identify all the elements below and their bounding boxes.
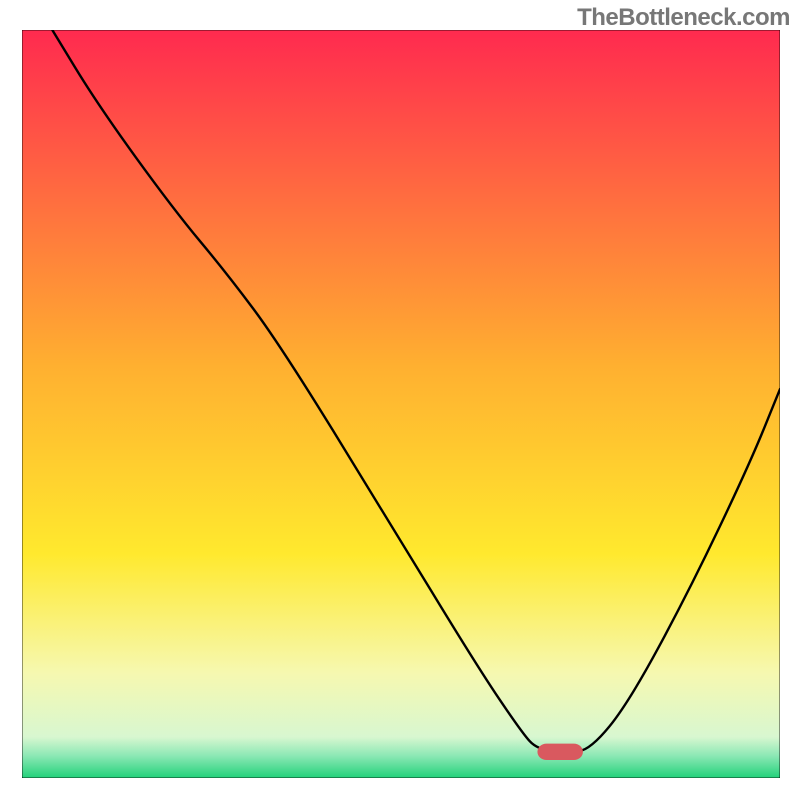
bottleneck-chart xyxy=(22,30,780,778)
watermark-text: TheBottleneck.com xyxy=(577,4,790,32)
optimal-marker xyxy=(537,744,582,760)
gradient-background xyxy=(22,30,780,778)
